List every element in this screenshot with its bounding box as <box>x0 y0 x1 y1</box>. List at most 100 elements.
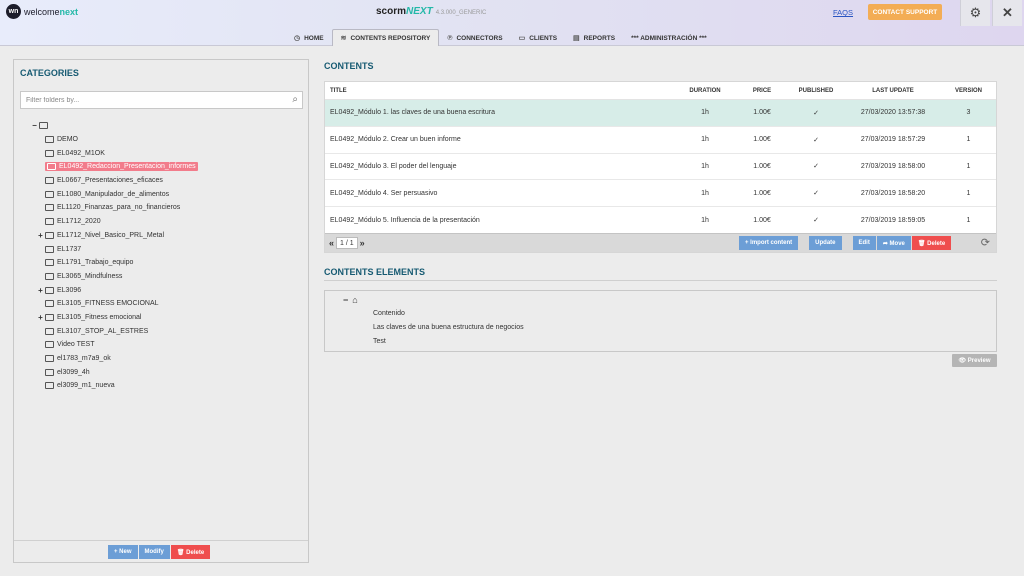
table-row[interactable]: EL0492_Módulo 1. las claves de una buena… <box>325 100 996 127</box>
tree-item[interactable]: EL3105_FITNESS EMOCIONAL <box>30 297 300 311</box>
database-icon: ≋ <box>340 35 347 42</box>
expand-icon[interactable]: + <box>36 313 45 322</box>
tree-item[interactable]: EL1791_Trabajo_equipo <box>30 256 300 270</box>
element-item[interactable]: Contenido <box>373 310 405 317</box>
tree-item[interactable]: el1783_m7a9_ok <box>30 352 300 366</box>
move-button[interactable]: ➦ Move <box>876 236 911 250</box>
categories-panel: CATEGORIES ⌕ − DEMO EL0492_M1OK EL0492_R… <box>13 59 309 563</box>
edit-button[interactable]: Edit <box>852 236 876 250</box>
app-title: scormNEXT 4.3.000_GENERIC <box>376 6 487 17</box>
tree-item[interactable]: EL1712_2020 <box>30 215 300 229</box>
import-content-button[interactable]: + Import content <box>739 236 799 250</box>
tree-item[interactable]: el3099_4h <box>30 365 300 379</box>
column-duration[interactable]: DURATION <box>673 88 737 94</box>
folder-icon <box>45 190 54 198</box>
new-folder-button[interactable]: + New <box>108 545 138 559</box>
tree-item[interactable]: EL3107_STOP_AL_ESTRES <box>30 324 300 338</box>
tab-contents-repository[interactable]: ≋ CONTENTS REPOSITORY <box>331 29 440 46</box>
tree-item-selected[interactable]: EL0492_Redaccion_Presentacion_informes <box>30 160 300 174</box>
contents-actions: + Import content Update Edit ➦ Move 🗑 De… <box>739 236 952 250</box>
tree-item[interactable]: + EL3096 <box>30 283 300 297</box>
folder-icon <box>45 177 54 185</box>
table-row[interactable]: EL0492_Módulo 2. Crear un buen informe 1… <box>325 127 996 154</box>
first-page-button[interactable]: « <box>329 238 334 248</box>
contents-title: CONTENTS <box>324 61 374 71</box>
tree-item[interactable]: EL0667_Presentaciones_eficaces <box>30 174 300 188</box>
element-item[interactable]: Test <box>373 338 386 345</box>
tree-item[interactable]: + EL1712_Nivel_Basico_PRL_Metal <box>30 229 300 243</box>
tab-administracion[interactable]: *** ADMINISTRACIÓN *** <box>623 30 715 46</box>
tree-item[interactable]: Video TEST <box>30 338 300 352</box>
pager: « 1 / 1 » <box>329 237 365 249</box>
tree-item[interactable]: EL3065_Mindfulness <box>30 270 300 284</box>
tab-connectors[interactable]: ℗ CONNECTORS <box>439 30 510 46</box>
expand-icon[interactable]: + <box>36 231 45 240</box>
close-icon: ✕ <box>1002 5 1013 20</box>
folder-filter: ⌕ <box>20 91 303 109</box>
folder-filter-input[interactable] <box>21 92 283 108</box>
folder-icon <box>45 286 54 294</box>
contact-support-button[interactable]: CONTACT SUPPORT <box>868 4 942 20</box>
last-page-button[interactable]: » <box>360 238 365 248</box>
tab-reports[interactable]: ▤ REPORTS <box>565 30 623 46</box>
close-button[interactable]: ✕ <box>992 0 1022 26</box>
search-icon[interactable]: ⌕ <box>292 94 298 105</box>
gear-icon: ⚙ <box>969 5 982 20</box>
settings-button[interactable]: ⚙ <box>960 0 990 26</box>
column-last-update[interactable]: LAST UPDATE <box>845 88 941 94</box>
tree-item[interactable]: EL1120_Finanzas_para_no_financieros <box>30 201 300 215</box>
tree-item[interactable]: EL1080_Manipulador_de_alimentos <box>30 187 300 201</box>
folder-icon <box>45 204 54 212</box>
table-row[interactable]: EL0492_Módulo 4. Ser persuasivo 1h 1.00€… <box>325 180 996 208</box>
table-footer: « 1 / 1 » + Import content Update Edit ➦… <box>325 233 996 252</box>
clock-icon: ◷ <box>294 35 301 42</box>
tree-item[interactable]: DEMO <box>30 133 300 147</box>
folder-icon <box>45 259 54 267</box>
check-icon: ✓ <box>813 163 819 171</box>
tab-home[interactable]: ◷ HOME <box>286 30 332 46</box>
tree-item[interactable]: + EL3105_Fitness emocional <box>30 311 300 325</box>
contents-table: TITLE DURATION PRICE PUBLISHED LAST UPDA… <box>324 81 997 253</box>
folder-icon <box>45 368 54 376</box>
check-icon: ✓ <box>813 136 819 144</box>
categories-footer: + New Modify 🗑 Delete <box>14 540 308 562</box>
contents-elements-title: CONTENTS ELEMENTS <box>324 267 426 277</box>
update-button[interactable]: Update <box>809 236 842 250</box>
page-indicator[interactable]: 1 / 1 <box>336 237 358 249</box>
connector-icon: ℗ <box>447 34 453 42</box>
logo-word: welcomenext <box>24 6 79 17</box>
categories-title: CATEGORIES <box>20 68 79 78</box>
tab-clients[interactable]: ▭ CLIENTS <box>511 30 565 46</box>
preview-button[interactable]: 👁 Preview <box>952 354 997 367</box>
tree-root[interactable]: − <box>30 119 300 133</box>
folder-icon <box>45 231 54 239</box>
folder-icon <box>45 218 54 226</box>
column-price[interactable]: PRICE <box>737 88 787 94</box>
check-icon: ✓ <box>813 109 819 117</box>
table-row[interactable]: EL0492_Módulo 5. Influencia de la presen… <box>325 207 996 234</box>
faqs-link[interactable]: FAQS <box>833 8 853 17</box>
folder-icon <box>47 163 56 171</box>
categories-actions: + New Modify 🗑 Delete <box>108 545 211 559</box>
tree-item[interactable]: el3099_m1_nueva <box>30 379 300 393</box>
collapse-icon[interactable]: − <box>30 121 39 130</box>
elements-root[interactable]: − ⌂ <box>343 295 358 305</box>
modify-folder-button[interactable]: Modify <box>138 545 170 559</box>
app-version: 4.3.000_GENERIC <box>435 10 487 16</box>
delete-content-button[interactable]: 🗑 Delete <box>911 236 952 250</box>
briefcase-icon: ▭ <box>518 35 526 42</box>
check-icon: ✓ <box>813 190 819 198</box>
delete-folder-button[interactable]: 🗑 Delete <box>170 545 211 559</box>
element-item[interactable]: Las claves de una buena estructura de ne… <box>373 324 524 331</box>
table-row[interactable]: EL0492_Módulo 3. El poder del lenguaje 1… <box>325 154 996 181</box>
expand-icon[interactable]: + <box>36 286 45 295</box>
folder-icon <box>45 382 54 390</box>
tree-item[interactable]: EL1737 <box>30 242 300 256</box>
collapse-icon[interactable]: − <box>343 295 348 305</box>
column-published[interactable]: PUBLISHED <box>787 88 845 94</box>
table-header: TITLE DURATION PRICE PUBLISHED LAST UPDA… <box>325 82 996 100</box>
column-version[interactable]: VERSION <box>941 88 996 94</box>
tree-item[interactable]: EL0492_M1OK <box>30 146 300 160</box>
refresh-icon[interactable]: ⟳ <box>981 236 990 249</box>
column-title[interactable]: TITLE <box>325 88 673 94</box>
